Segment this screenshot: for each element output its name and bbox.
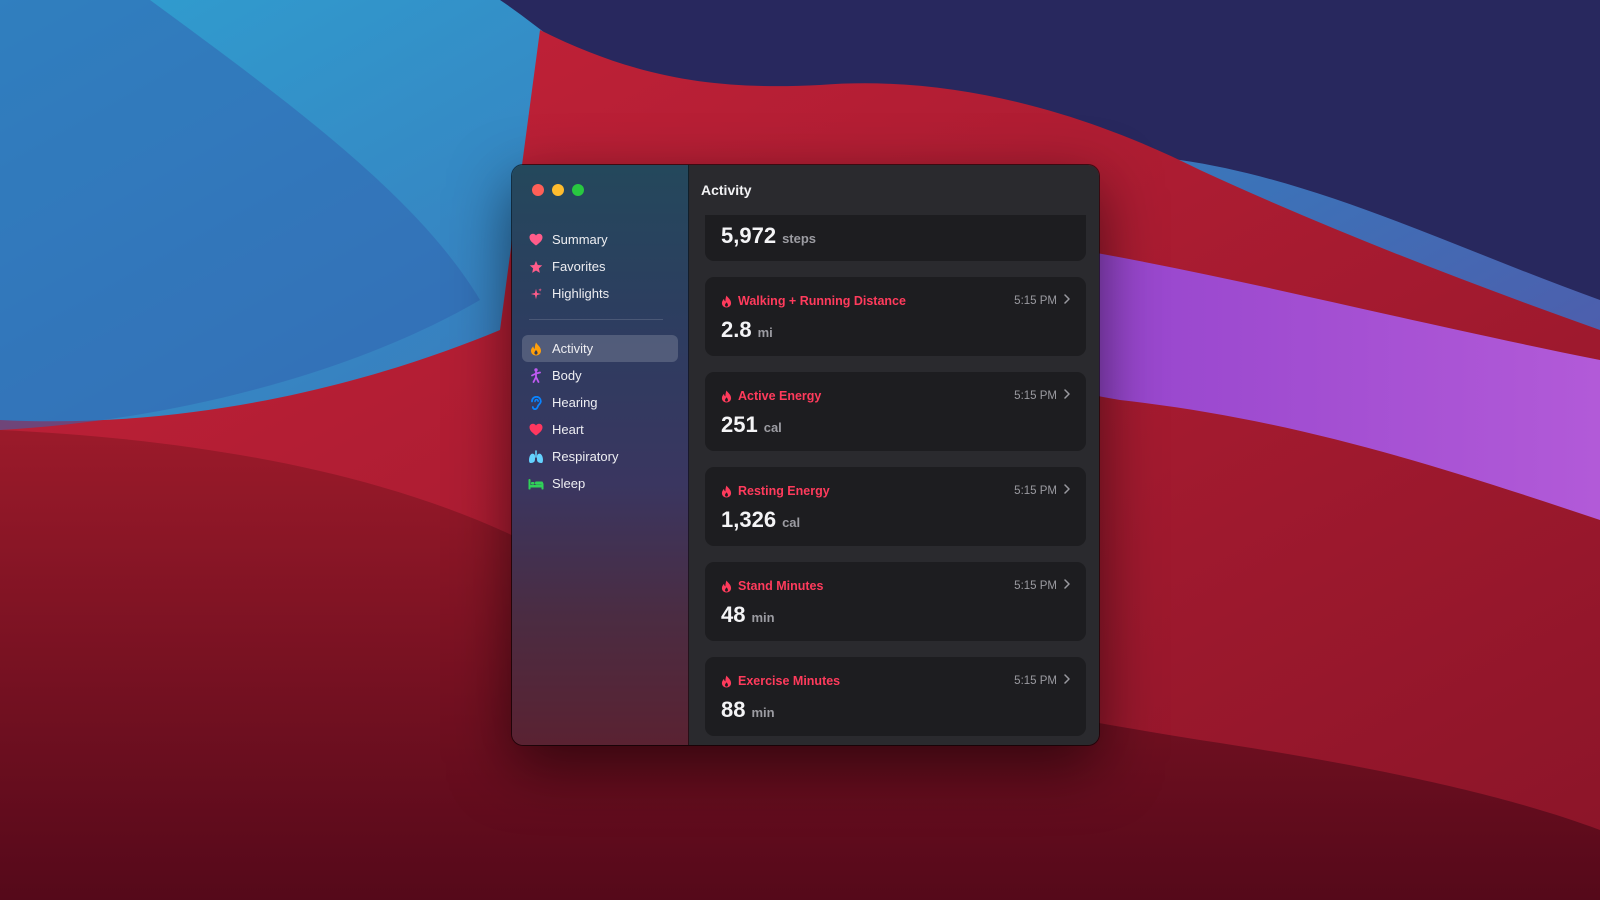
page-title: Activity: [701, 182, 752, 198]
sidebar-item-summary[interactable]: Summary: [522, 226, 678, 253]
steps-card[interactable]: 5,972 steps: [705, 215, 1086, 261]
heart-icon: [528, 422, 544, 438]
star-icon: [528, 259, 544, 275]
chevron-right-icon: [1064, 579, 1070, 592]
minimize-window-button[interactable]: [552, 184, 564, 196]
metric-value: 48: [721, 602, 746, 627]
metric-time: 5:15 PM: [1014, 674, 1057, 687]
metric-card-header: Walking + Running Distance: [721, 294, 906, 308]
flame-icon: [721, 485, 732, 498]
sidebar-item-label: Sleep: [552, 476, 586, 491]
metric-value: 1,326: [721, 507, 777, 532]
sidebar-item-label: Highlights: [552, 286, 610, 301]
sparkles-icon: [528, 286, 544, 302]
flame-icon: [721, 580, 732, 593]
metric-title: Stand Minutes: [738, 579, 824, 593]
metric-unit: min: [751, 610, 775, 625]
zoom-window-button[interactable]: [572, 184, 584, 196]
chevron-right-icon: [1064, 484, 1070, 497]
metric-value-row: 2.8 mi: [721, 317, 773, 343]
metric-title: Active Energy: [738, 389, 822, 403]
metric-card-header: Active Energy: [721, 389, 821, 403]
figure-icon: [528, 368, 544, 384]
bed-icon: [528, 476, 544, 492]
metric-card-walking-running-distance[interactable]: Walking + Running Distance 5:15 PM 2.8 m…: [705, 277, 1086, 356]
metric-unit: cal: [782, 515, 801, 530]
sidebar-item-sleep[interactable]: Sleep: [522, 470, 678, 497]
metric-unit: cal: [763, 420, 782, 435]
chevron-right-icon: [1064, 294, 1070, 307]
metric-card-header: Resting Energy: [721, 484, 830, 498]
lungs-icon: [528, 449, 544, 465]
desktop-wallpaper: Summary Favorites Highlights Activity Bo…: [0, 0, 1600, 900]
metric-card-header: Stand Minutes: [721, 579, 823, 593]
metric-title: Exercise Minutes: [738, 674, 841, 688]
sidebar-item-label: Favorites: [552, 259, 606, 274]
sidebar-primary-list: Summary Favorites Highlights: [522, 226, 678, 307]
metric-unit: steps: [782, 231, 817, 246]
metric-value-row: 1,326 cal: [721, 507, 800, 533]
sidebar-item-highlights[interactable]: Highlights: [522, 280, 678, 307]
metric-unit: min: [751, 705, 775, 720]
close-window-button[interactable]: [532, 184, 544, 196]
main-content: Activity 5,972 steps Walking + Running D…: [689, 165, 1099, 745]
metric-value-row: 88 min: [721, 697, 775, 723]
metric-time: 5:15 PM: [1014, 484, 1057, 497]
flame-icon: [528, 341, 544, 357]
metric-timestamp: 5:15 PM: [1014, 484, 1070, 497]
sidebar-item-body[interactable]: Body: [522, 362, 678, 389]
flame-icon: [721, 295, 732, 308]
metric-card-exercise-minutes[interactable]: Exercise Minutes 5:15 PM 88 min: [705, 657, 1086, 736]
metric-time: 5:15 PM: [1014, 579, 1057, 592]
metric-value-row: 48 min: [721, 602, 775, 628]
sidebar-item-label: Heart: [552, 422, 584, 437]
sidebar-item-label: Summary: [552, 232, 608, 247]
chevron-right-icon: [1064, 389, 1070, 402]
metric-card-stand-minutes[interactable]: Stand Minutes 5:15 PM 48 min: [705, 562, 1086, 641]
sidebar-divider: [529, 319, 663, 320]
sidebar-item-label: Body: [552, 368, 582, 383]
metric-title: Resting Energy: [738, 484, 830, 498]
metric-card-active-energy[interactable]: Active Energy 5:15 PM 251 cal: [705, 372, 1086, 451]
heart-icon: [528, 232, 544, 248]
sidebar-item-respiratory[interactable]: Respiratory: [522, 443, 678, 470]
sidebar-item-favorites[interactable]: Favorites: [522, 253, 678, 280]
metric-title: Walking + Running Distance: [738, 294, 906, 308]
sidebar: Summary Favorites Highlights Activity Bo…: [512, 165, 689, 745]
flame-icon: [721, 390, 732, 403]
sidebar-category-list: Activity Body Hearing Heart Respiratory …: [522, 335, 678, 497]
sidebar-item-label: Respiratory: [552, 449, 619, 464]
metric-value-row: 251 cal: [721, 412, 782, 438]
metric-unit: mi: [757, 325, 773, 340]
metric-time: 5:15 PM: [1014, 389, 1057, 402]
metric-card-header: Exercise Minutes: [721, 674, 840, 688]
metric-value: 2.8: [721, 317, 752, 342]
sidebar-item-heart[interactable]: Heart: [522, 416, 678, 443]
flame-icon: [721, 675, 732, 688]
metric-timestamp: 5:15 PM: [1014, 579, 1070, 592]
window-controls: [532, 184, 584, 196]
metric-value: 88: [721, 697, 746, 722]
metric-card-resting-energy[interactable]: Resting Energy 5:15 PM 1,326 cal: [705, 467, 1086, 546]
metric-value: 5,972: [721, 223, 777, 248]
health-app-window: Summary Favorites Highlights Activity Bo…: [512, 165, 1099, 745]
metric-timestamp: 5:15 PM: [1014, 389, 1070, 402]
sidebar-item-activity[interactable]: Activity: [522, 335, 678, 362]
metric-value: 251: [721, 412, 758, 437]
metric-timestamp: 5:15 PM: [1014, 674, 1070, 687]
sidebar-item-hearing[interactable]: Hearing: [522, 389, 678, 416]
metric-timestamp: 5:15 PM: [1014, 294, 1070, 307]
sidebar-item-label: Activity: [552, 341, 594, 356]
sidebar-item-label: Hearing: [552, 395, 598, 410]
steps-value-row: 5,972 steps: [721, 223, 816, 249]
chevron-right-icon: [1064, 674, 1070, 687]
ear-icon: [528, 395, 544, 411]
metric-time: 5:15 PM: [1014, 294, 1057, 307]
